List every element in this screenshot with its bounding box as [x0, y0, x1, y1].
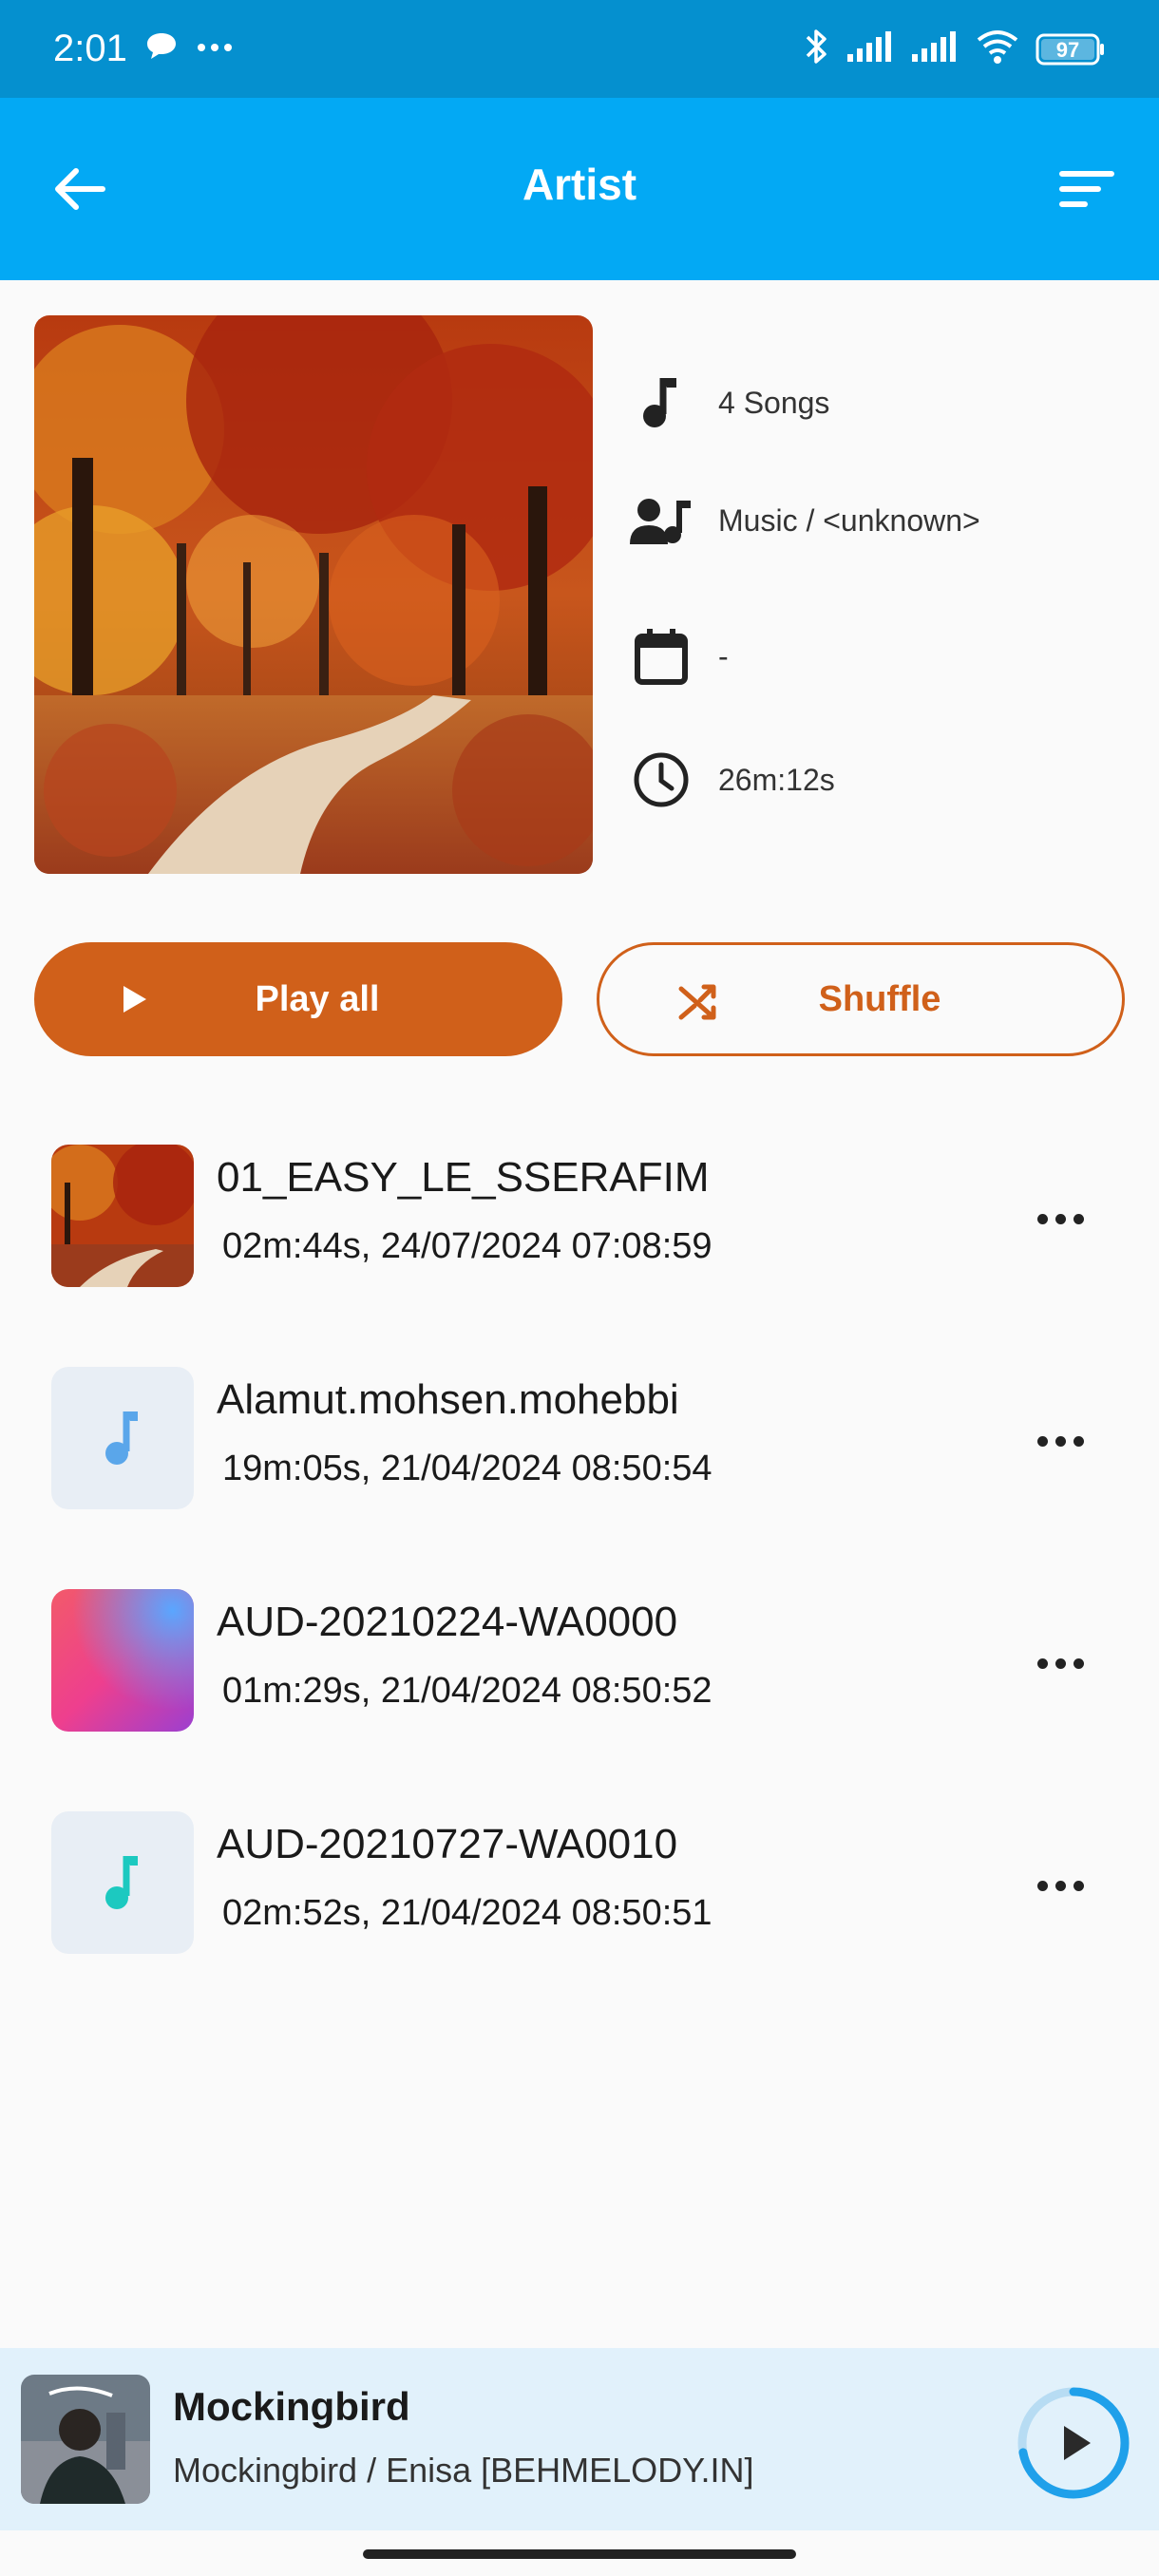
year-label: - — [718, 638, 729, 673]
status-bar: 2:01 97 — [0, 0, 1159, 98]
wifi-icon — [975, 28, 1020, 69]
music-note-icon — [627, 369, 695, 437]
song-title: 01_EASY_LE_SSERAFIM — [217, 1154, 710, 1201]
more-notifications-icon — [196, 41, 234, 58]
now-playing-subtitle: Mockingbird / Enisa [BEHMELODY.IN] — [173, 2451, 754, 2490]
mini-player[interactable]: Mockingbird Mockingbird / Enisa [BEHMELO… — [0, 2348, 1159, 2530]
song-artwork — [51, 1589, 194, 1732]
shuffle-button[interactable]: Shuffle — [597, 942, 1125, 1056]
play-icon — [1064, 2426, 1091, 2460]
music-note-icon — [105, 1411, 138, 1465]
song-artwork — [51, 1145, 194, 1287]
artist-label: Music / <unknown> — [718, 502, 980, 538]
song-title: AUD-20210224-WA0000 — [217, 1599, 678, 1645]
more-options-button[interactable] — [1022, 1625, 1098, 1701]
song-subtitle: 02m:52s, 21/04/2024 08:50:51 — [222, 1893, 712, 1933]
app-bar: Artist — [0, 98, 1159, 280]
song-artwork — [51, 1367, 194, 1509]
home-indicator — [363, 2549, 796, 2559]
info-artist: Music / <unknown> — [627, 486, 980, 555]
info-songs: 4 Songs — [627, 369, 829, 437]
calendar-icon — [627, 622, 695, 691]
song-row[interactable]: Alamut.mohsen.mohebbi 19m:05s, 21/04/202… — [0, 1348, 1159, 1538]
song-row[interactable]: 01_EASY_LE_SSERAFIM 02m:44s, 24/07/2024 … — [0, 1126, 1159, 1316]
status-time: 2:01 — [53, 28, 127, 69]
info-duration: 26m:12s — [627, 746, 835, 814]
battery-icon: 97 — [1036, 33, 1106, 66]
battery-level: 97 — [1055, 37, 1080, 62]
sort-icon — [1059, 171, 1114, 207]
song-subtitle: 02m:44s, 24/07/2024 07:08:59 — [222, 1226, 712, 1266]
album-artwork — [34, 315, 593, 874]
song-row[interactable]: AUD-20210727-WA0010 02m:52s, 21/04/2024 … — [0, 1792, 1159, 1982]
clock-icon — [627, 746, 695, 814]
songs-count: 4 Songs — [718, 385, 830, 420]
now-playing-artwork — [21, 2375, 150, 2504]
signal-1-icon — [846, 29, 895, 68]
music-note-icon — [105, 1856, 138, 1909]
song-title: Alamut.mohsen.mohebbi — [217, 1376, 679, 1423]
song-row[interactable]: AUD-20210224-WA0000 01m:29s, 21/04/2024 … — [0, 1570, 1159, 1760]
shuffle-icon — [678, 984, 716, 1020]
info-year: - — [627, 622, 729, 691]
song-artwork — [51, 1811, 194, 1954]
now-playing-title: Mockingbird — [173, 2384, 410, 2429]
song-subtitle: 01m:29s, 21/04/2024 08:50:52 — [222, 1671, 712, 1711]
artist-icon — [627, 486, 695, 555]
page-title: Artist — [522, 160, 637, 209]
play-icon — [124, 986, 146, 1013]
play-pause-button[interactable] — [1015, 2384, 1132, 2502]
more-options-button[interactable] — [1022, 1847, 1098, 1923]
song-title: AUD-20210727-WA0010 — [217, 1821, 678, 1867]
chat-notification-icon — [144, 30, 179, 67]
more-options-button[interactable] — [1022, 1181, 1098, 1257]
song-subtitle: 19m:05s, 21/04/2024 08:50:54 — [222, 1449, 712, 1488]
signal-2-icon — [910, 29, 960, 68]
play-all-button[interactable]: Play all — [34, 942, 562, 1056]
bluetooth-icon — [804, 26, 830, 72]
sort-button[interactable] — [1053, 155, 1121, 223]
more-options-button[interactable] — [1022, 1403, 1098, 1479]
duration-label: 26m:12s — [718, 762, 835, 797]
